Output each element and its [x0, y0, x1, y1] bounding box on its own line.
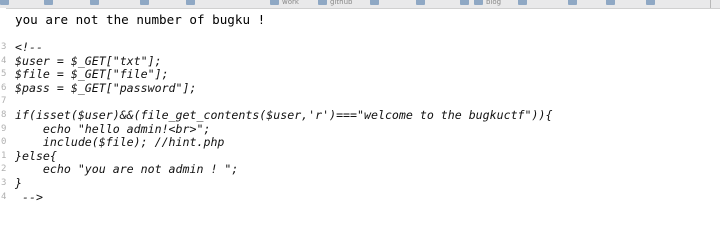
folder-icon — [568, 0, 577, 5]
folder-icon — [44, 0, 53, 5]
folder-icon — [186, 0, 195, 5]
bookmark-item-github[interactable]: github — [318, 0, 352, 7]
line-number: 3 — [1, 177, 7, 188]
code-text: --> — [15, 189, 43, 204]
code-text: } — [15, 175, 22, 190]
line-number: 1 — [1, 150, 7, 161]
code-text: }else{ — [15, 148, 57, 163]
code-line: 6 $pass = $_GET["password"]; — [0, 80, 720, 96]
line-number: 0 — [1, 137, 7, 148]
folder-icon — [318, 0, 327, 5]
code-line: 3} — [0, 175, 720, 191]
code-text: echo "hello admin!<br>"; — [15, 121, 211, 136]
folder-icon — [606, 0, 615, 5]
code-text: include($file); //hint.php — [15, 135, 225, 150]
line-number: 4 — [1, 55, 7, 66]
line-number: 2 — [1, 164, 7, 175]
bookmark-item[interactable] — [90, 0, 102, 7]
code-line: 2 echo "you are not admin ! "; — [0, 163, 720, 177]
folder-icon — [90, 0, 99, 5]
code-line: 0 include($file); //hint.php — [0, 136, 720, 150]
code-text: $file = $_GET["file"]; — [15, 67, 169, 82]
code-line: 1 }else{ — [0, 148, 720, 164]
code-text: $pass = $_GET["password"]; — [15, 80, 197, 95]
bookmark-item[interactable] — [140, 0, 152, 7]
folder-icon — [370, 0, 379, 5]
code-line: 9 echo "hello admin!<br>"; — [0, 121, 720, 137]
code-text: $user = $_GET["txt"]; — [15, 53, 162, 68]
bookmark-item[interactable] — [370, 0, 382, 7]
line-number: 5 — [1, 69, 7, 80]
code-line: 4 --> — [0, 189, 720, 205]
bookmark-item[interactable] — [518, 0, 530, 7]
folder-icon — [474, 0, 483, 5]
line-number: 3 — [1, 42, 7, 52]
code-line: 7 — [0, 95, 720, 109]
bookmark-item-blog[interactable]: blog — [474, 0, 501, 7]
code-line: 8 if(isset($user)&&(file_get_contents($us… — [0, 107, 720, 123]
folder-icon — [518, 0, 527, 5]
code-line: 5 $file = $_GET["file"]; — [0, 68, 720, 82]
bookmarks-bar: work github blog — [0, 0, 720, 9]
folder-icon — [416, 0, 425, 5]
folder-icon — [0, 0, 9, 5]
folder-icon — [460, 0, 469, 5]
folder-icon — [140, 0, 149, 5]
line-number: 9 — [1, 123, 7, 134]
line-number: 8 — [1, 109, 7, 120]
code-line: 3 <!-- — [0, 40, 720, 55]
bookmark-item[interactable] — [0, 0, 12, 7]
bookmarks-overflow-separator — [710, 0, 714, 8]
line-number: 6 — [1, 82, 7, 93]
folder-icon — [270, 0, 279, 5]
bookmark-item[interactable] — [460, 0, 472, 7]
code-text: echo "you are not admin ! "; — [15, 162, 239, 177]
code-text: <!-- — [15, 40, 43, 54]
line-number: 7 — [1, 96, 7, 107]
bookmark-item[interactable] — [44, 0, 56, 7]
folder-icon — [646, 0, 655, 5]
code-line: 4 $user = $_GET["txt"]; — [0, 53, 720, 69]
bookmark-item-work[interactable]: work — [270, 0, 299, 7]
bookmark-item[interactable] — [568, 0, 580, 7]
line-number: 4 — [1, 191, 7, 202]
bookmark-item[interactable] — [416, 0, 428, 7]
page-message: you are not the number of bugku ! — [15, 12, 266, 27]
source-code-block: 3 <!-- 4 $user = $_GET["txt"]; 5 $file = $_… — [0, 40, 720, 205]
bookmark-item[interactable] — [606, 0, 618, 7]
bookmark-item[interactable] — [186, 0, 198, 7]
code-text: if(isset($user)&&(file_get_contents($use… — [15, 107, 553, 122]
bookmark-item[interactable] — [646, 0, 658, 7]
